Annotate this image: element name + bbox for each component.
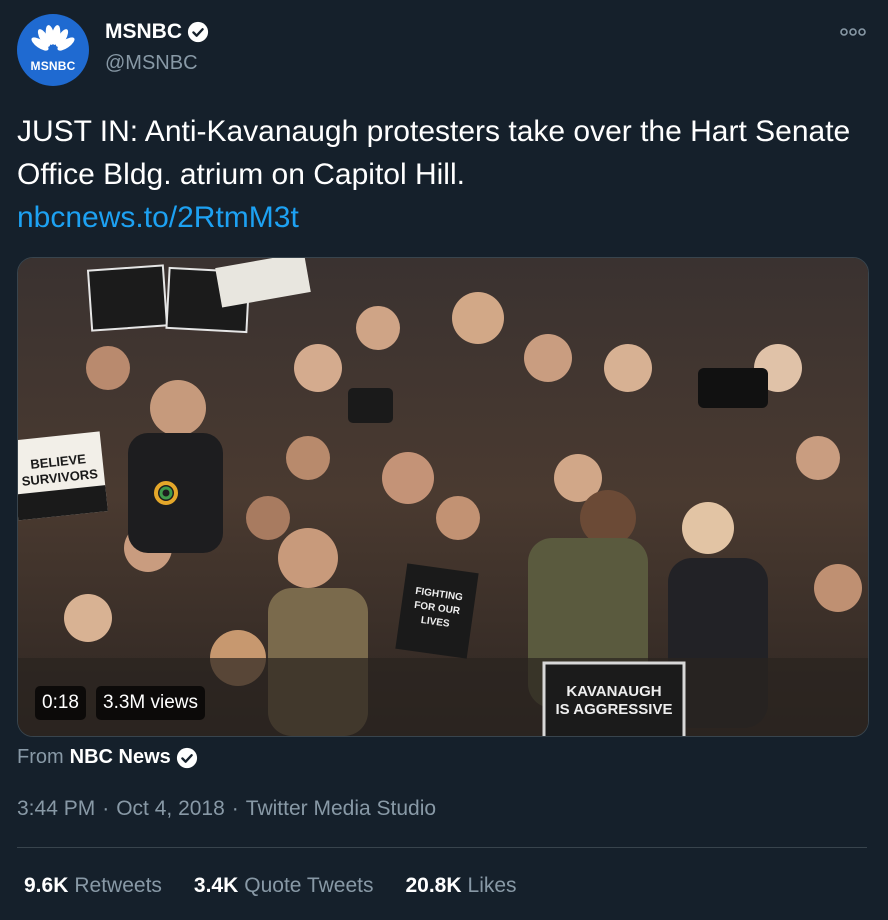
video-views-badge: 3.3M views xyxy=(96,686,206,720)
more-options-button[interactable] xyxy=(838,20,868,44)
verified-badge-icon xyxy=(187,21,209,43)
more-dots-icon xyxy=(840,28,866,36)
tweet-meta: 3:44 PM · Oct 4, 2018 · Twitter Media Studio xyxy=(17,797,436,821)
author-handle[interactable]: @MSNBC xyxy=(105,52,198,75)
tweet-link[interactable]: nbcnews.to/2RtmM3t xyxy=(17,196,877,239)
video-thumbnail xyxy=(18,258,868,736)
peacock-logo-icon xyxy=(31,25,75,51)
tweet-time[interactable]: 3:44 PM xyxy=(17,797,95,820)
likes-stat[interactable]: 20.8K Likes xyxy=(405,874,516,898)
sign-line: KAVANAUGH xyxy=(566,683,662,700)
tweet-body: JUST IN: Anti-Kavanaugh protesters take … xyxy=(17,115,851,191)
quote-tweets-stat[interactable]: 3.4K Quote Tweets xyxy=(194,874,374,898)
retweets-stat[interactable]: 9.6K Retweets xyxy=(24,874,162,898)
video-player[interactable]: BELIEVE SURVIVORS FIGHTING FOR OUR LIVES… xyxy=(17,257,869,737)
retweets-count: 9.6K xyxy=(24,874,69,897)
media-source-line: From NBC News xyxy=(17,746,198,769)
sign-line: IS AGGRESSIVE xyxy=(555,701,673,718)
avatar[interactable]: MSNBC xyxy=(17,14,89,86)
verified-badge-icon xyxy=(176,747,197,768)
source-name-link[interactable]: NBC News xyxy=(70,746,171,769)
quote-tweets-count: 3.4K xyxy=(193,874,239,897)
author-display-name[interactable]: MSNBC xyxy=(105,20,182,44)
meta-separator: · xyxy=(231,797,239,820)
divider xyxy=(17,847,867,848)
source-prefix: From xyxy=(17,746,64,768)
tweet-stats: 9.6K Retweets 3.4K Quote Tweets 20.8K Likes xyxy=(24,874,549,898)
sign-text-kavanaugh: KAVANAUGH IS AGGRESSIVE xyxy=(550,683,678,719)
tweet-client[interactable]: Twitter Media Studio xyxy=(246,797,436,820)
avatar-logo-text: MSNBC xyxy=(30,59,76,73)
likes-label: Likes xyxy=(467,874,517,897)
quote-tweets-label: Quote Tweets xyxy=(244,874,374,897)
meta-separator: · xyxy=(102,797,110,820)
author-name-row[interactable]: MSNBC xyxy=(105,20,209,44)
likes-count: 20.8K xyxy=(405,874,462,897)
retweets-label: Retweets xyxy=(74,874,162,897)
tweet-date[interactable]: Oct 4, 2018 xyxy=(116,797,225,820)
tweet-text-block: JUST IN: Anti-Kavanaugh protesters take … xyxy=(17,110,877,239)
video-duration-badge: 0:18 xyxy=(35,686,86,720)
